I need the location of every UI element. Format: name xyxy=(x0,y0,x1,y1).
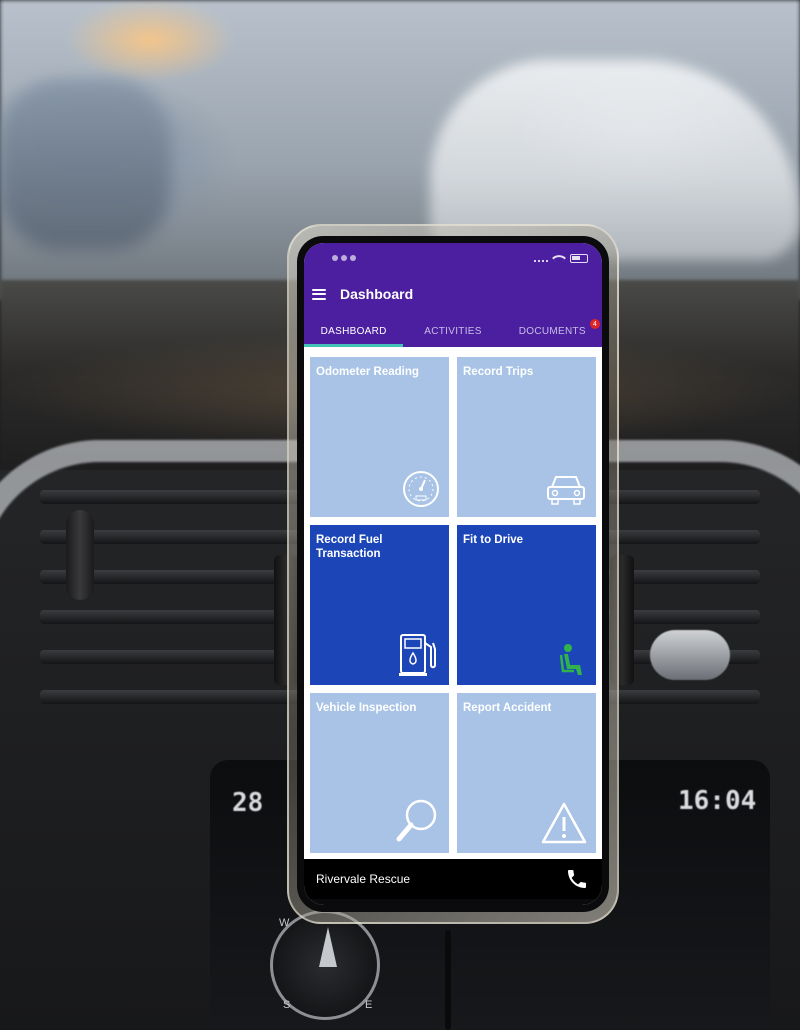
vent-knob xyxy=(66,510,94,600)
camera-icon xyxy=(332,255,356,261)
tab-documents-label: DOCUMENTS xyxy=(518,325,586,337)
tile-fit-to-drive[interactable]: Fit to Drive xyxy=(457,525,596,685)
tile-record-fuel-transaction[interactable]: Record Fuel Transaction xyxy=(310,525,449,685)
magnifier-icon xyxy=(396,799,437,842)
tile-label: Report Accident xyxy=(463,702,552,714)
wifi-icon xyxy=(551,250,567,266)
tile-report-accident[interactable]: Report Accident xyxy=(457,693,596,853)
blurred-car-left xyxy=(0,80,170,250)
battery-icon xyxy=(570,253,588,263)
speedometer-icon xyxy=(403,471,439,507)
documents-badge: 4 xyxy=(589,319,600,329)
compass-west-label: W xyxy=(279,917,290,929)
status-bar xyxy=(304,243,602,273)
tab-activities[interactable]: ACTIVITIES xyxy=(403,315,502,347)
compass-needle xyxy=(319,927,337,967)
tile-label: Vehicle Inspection xyxy=(316,702,417,714)
app-bar: Dashboard xyxy=(304,273,602,315)
car-icon xyxy=(547,476,585,505)
mount-knob xyxy=(650,630,730,680)
cluster-time: 16:04 xyxy=(678,786,757,816)
fuel-pump-icon xyxy=(399,634,436,676)
tile-label: Record Fuel Transaction xyxy=(316,534,383,561)
tile-vehicle-inspection[interactable]: Vehicle Inspection xyxy=(310,693,449,853)
tab-bar: DASHBOARD ACTIVITIES DOCUMENTS 4 xyxy=(304,315,602,347)
compass-dial: W S E xyxy=(270,910,380,1020)
tile-label: Odometer Reading xyxy=(316,366,419,378)
status-icons xyxy=(534,250,588,266)
emergency-contact-label: Rivervale Rescue xyxy=(316,872,411,886)
tile-odometer-reading[interactable]: Odometer Reading xyxy=(310,357,449,517)
tab-documents[interactable]: DOCUMENTS 4 xyxy=(503,315,602,347)
call-button[interactable] xyxy=(564,866,590,892)
compass-south-label: S xyxy=(283,999,291,1011)
tile-record-trips[interactable]: Record Trips xyxy=(457,357,596,517)
dashboard-grid: Odometer Reading Record Trips Record Fue… xyxy=(304,351,602,859)
tab-activities-label: ACTIVITIES xyxy=(424,325,482,337)
charging-cable xyxy=(445,930,451,1030)
tab-dashboard-label: DASHBOARD xyxy=(320,325,387,337)
emergency-contact-bar[interactable]: Rivervale Rescue xyxy=(304,859,602,899)
menu-icon[interactable] xyxy=(312,288,326,300)
warning-icon xyxy=(541,802,587,844)
phone-screen: Dashboard DASHBOARD ACTIVITIES DOCUMENTS… xyxy=(304,243,602,905)
screen-bottom-bezel xyxy=(304,899,602,905)
tile-label: Fit to Drive xyxy=(463,534,524,546)
compass-east-label: E xyxy=(365,999,373,1011)
signal-icon xyxy=(534,255,548,262)
tile-label: Record Trips xyxy=(463,366,534,378)
tab-dashboard[interactable]: DASHBOARD xyxy=(304,315,404,347)
seated-person-icon xyxy=(559,644,582,675)
phone-icon xyxy=(568,870,586,888)
cluster-temperature: 28 xyxy=(232,788,264,818)
app-title: Dashboard xyxy=(340,286,414,302)
